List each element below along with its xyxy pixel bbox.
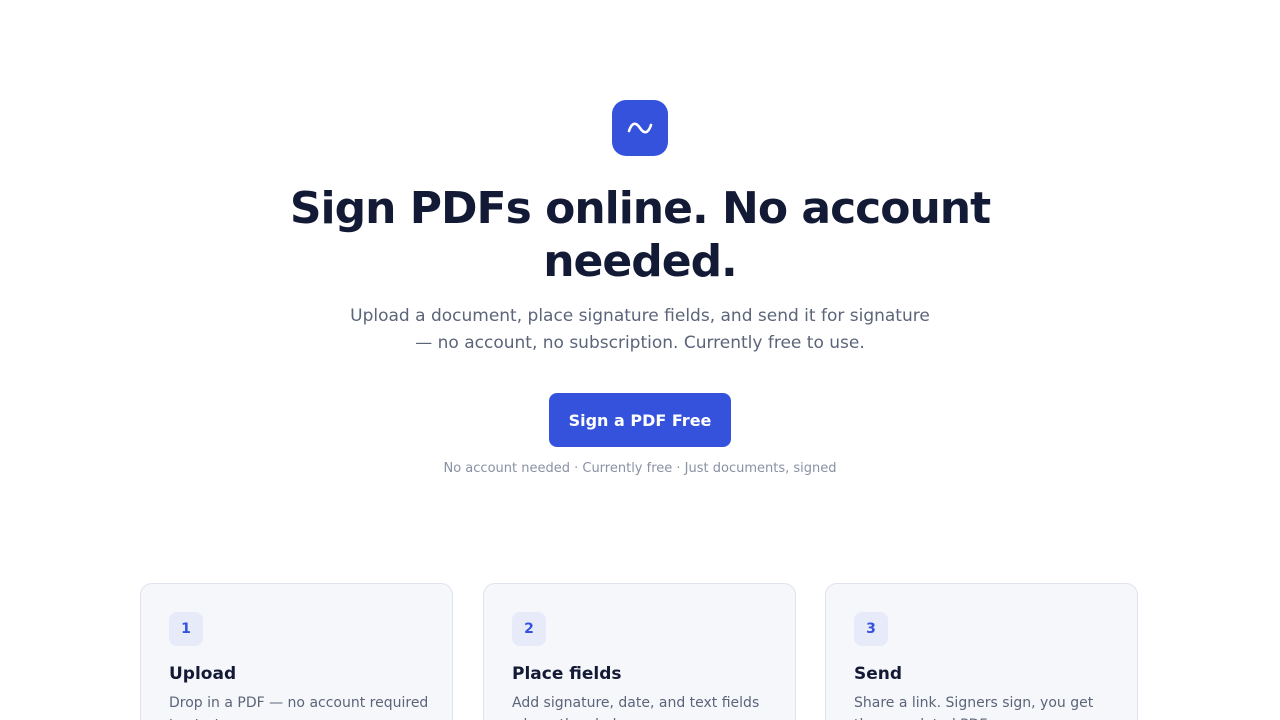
step-number-badge: 1 bbox=[169, 612, 203, 646]
step-card-send: 3 Send Share a link. Signers sign, you g… bbox=[825, 583, 1138, 720]
step-number-badge: 2 bbox=[512, 612, 546, 646]
app-logo bbox=[612, 100, 668, 156]
step-card-upload: 1 Upload Drop in a PDF — no account requ… bbox=[140, 583, 453, 720]
step-description: Drop in a PDF — no account required to s… bbox=[169, 695, 429, 720]
step-title: Place fields bbox=[512, 664, 622, 684]
hero-headline: Sign PDFs online. No account needed. bbox=[289, 183, 991, 287]
step-card-place-fields: 2 Place fields Add signature, date, and … bbox=[483, 583, 796, 720]
step-description: Share a link. Signers sign, you get the … bbox=[854, 695, 1094, 720]
step-title: Send bbox=[854, 664, 903, 684]
hero-subheadline: Upload a document, place signature field… bbox=[350, 306, 930, 353]
step-number-badge: 3 bbox=[854, 612, 888, 646]
step-description: Add signature, date, and text fields whe… bbox=[512, 695, 760, 720]
signature-squiggle-icon bbox=[627, 122, 653, 134]
hero-tagline: No account needed · Currently free · Jus… bbox=[443, 461, 837, 476]
landing-page: Sign PDFs online. No account needed. Upl… bbox=[0, 0, 1280, 720]
sign-pdf-free-button[interactable]: Sign a PDF Free bbox=[549, 393, 731, 447]
step-title: Upload bbox=[169, 664, 237, 684]
